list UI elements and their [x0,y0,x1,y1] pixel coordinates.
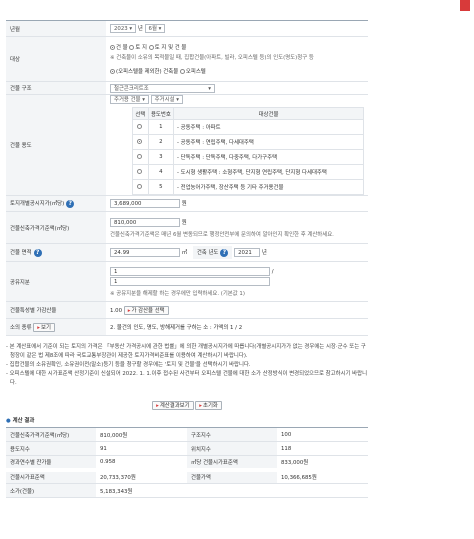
target-note: ※ 건축물이 소유의 목적물일 때, 집합건물(아파트, 빌라, 오피스텔 등)… [110,55,314,61]
share-label: 공유지분 [6,261,106,302]
use-row[interactable]: 5 - 전업농어가주택, 장산주택 등 기타 주거용건물 [132,179,365,195]
use-radio[interactable] [137,124,143,129]
share-note: ※ 공유지분을 해제할 하는 경우에만 입력하세요. (기본값 1) [110,290,245,297]
land-price-input[interactable]: 3,689,000 [110,199,180,208]
premium-value: 1.00 [110,307,123,314]
note-item: - 집합건물의 소유권확인, 소유권이전(말소)등기 등을 청구할 경우에는 '… [6,362,251,368]
target-land-radio[interactable] [129,45,135,50]
help-icon[interactable]: ? [33,248,42,257]
use-row[interactable]: 1 - 공동주택 : 아파트 [132,119,365,135]
officetel-radio[interactable] [179,69,185,74]
new-price-note: 건물신축가격기준액은 매년 6월 변동되므로 행정안전부에 문의하여 알아인지 … [110,231,334,238]
use-row[interactable]: 3 - 단독주택 : 단독주택, 다중주택, 다가구주택 [132,149,365,165]
calc-result-button[interactable]: ▸계산결과보기 [152,401,194,410]
use-table: 선택 용도번호 대상건물 1 - 공동주택 : 아파트 2 - 공동주택 : 연… [132,107,365,195]
use-radio[interactable] [137,154,143,159]
result-row: 경과연수별 잔가율 0.958 ㎡당 건물시가표준액 833,000원 [6,455,368,470]
area-input[interactable]: 24.99 [110,248,180,258]
new-price-input[interactable]: 810,000 [110,217,180,227]
share-denominator-input[interactable]: 1 [110,276,270,286]
structure-label: 건물 구조 [6,81,106,95]
target-label: 대상 [6,36,106,82]
premium-select-button[interactable]: ▸가 감산율 선택 [123,305,169,315]
build-year-input[interactable]: 2021 [234,248,261,258]
kind-view-button[interactable]: ▸보기 [33,322,55,332]
use-category-select[interactable]: 주거용 건물 ▾ [110,95,149,104]
help-icon[interactable]: ? [66,199,75,208]
help-icon[interactable]: ? [220,248,229,257]
use-radio[interactable] [137,184,143,189]
calculator-form: 년월 2023 ▾ 년 6월 ▾ 대상 건 물 토 지 토 지 및 건 물 ※ … [6,20,368,498]
use-subcategory-select[interactable]: 주거시설 ▾ [150,95,183,104]
new-price-label: 건물신축가격기준액(㎡당) [6,211,106,244]
target-building-radio[interactable] [110,45,115,50]
use-label: 건물 용도 [6,94,106,196]
kind-label: 소의 종류 ▸보기 [6,318,106,336]
premium-label: 건물특성별 가감산율 [6,301,106,319]
build-year-label: 건축 년도? [192,246,233,259]
building-radio[interactable] [110,69,115,74]
share-numerator-input[interactable]: 1 [110,266,270,276]
use-row[interactable]: 4 - 도시형 생활주택 : 소형주택, 단지형 연립주택, 단지형 다세대주택 [132,164,365,180]
target-both-radio[interactable] [148,45,154,50]
kind-value: 2. 물건의 인도, 명도, 방해제거를 구하는 소 : 가액의 1 / 2 [106,318,368,336]
use-radio[interactable] [137,139,143,144]
month-select[interactable]: 6월 ▾ [144,24,166,33]
result-row: 용도지수 91 위치지수 118 [6,441,368,456]
land-price-label: 토지개별공시지가(㎡당)? [6,195,106,212]
note-item: - 오피스텔에 대한 시가표준액 산정기준이 신설되어 2022. 1. 1.이… [6,371,368,386]
year-label: 년월 [6,20,106,37]
year-select[interactable]: 2023 ▾ [110,24,137,33]
result-title: ● 계산 결과 [6,418,35,424]
result-table: 건물신축가격기준액(㎡당) 810,000원 구조지수 100 용도지수 91 위치지… [6,427,368,498]
corner-mark [460,0,470,11]
area-label: 건물 면적? [6,243,106,262]
result-row: 건물시가표준액 20,733,370원 건물가액 10,366,685원 [6,469,368,484]
structure-select[interactable]: 철근콘크리트조 ▾ [110,83,215,93]
bullet-icon: ● [6,418,11,424]
notes: - 본 계산표에서 기준이 되는 토지의 가격은 「부동산 가격공시에 관한 법… [6,343,368,388]
reset-button[interactable]: ▸초기화 [195,401,222,410]
note-item: - 본 계산표에서 기준이 되는 토지의 가격은 「부동산 가격공시에 관한 법… [6,344,366,359]
use-radio[interactable] [137,169,143,174]
result-row: 소가(건물) 5,183,343원 [6,483,368,498]
use-row[interactable]: 2 - 공동주택 : 연립주택, 다세대주택 [132,134,365,150]
result-row: 건물신축가격기준액(㎡당) 810,000원 구조지수 100 [6,427,368,442]
input-table: 년월 2023 ▾ 년 6월 ▾ 대상 건 물 토 지 토 지 및 건 물 ※ … [6,20,368,336]
